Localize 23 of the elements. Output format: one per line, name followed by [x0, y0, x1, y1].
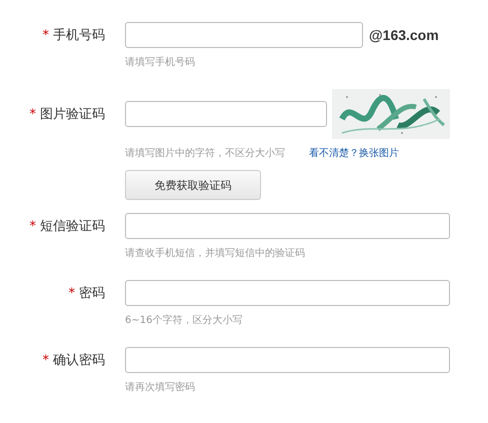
required-asterisk: * [42, 352, 49, 368]
required-asterisk: * [30, 106, 36, 122]
field-label: 图片验证码 [40, 106, 105, 123]
input-field[interactable] [125, 101, 327, 127]
required-asterisk: * [30, 218, 36, 234]
field-label: 密码 [79, 285, 105, 302]
input-field[interactable] [125, 280, 450, 306]
field-label: 短信验证码 [40, 218, 105, 235]
get-code-button[interactable]: 免费获取验证码 [125, 170, 261, 200]
hint-text: 请填写图片中的字符，不区分大小写 [125, 146, 285, 160]
input-field[interactable] [125, 213, 450, 239]
hint-text: 请填写手机号码 [125, 56, 195, 69]
hint-text: 请再次填写密码 [125, 380, 195, 394]
input-field[interactable] [125, 347, 450, 373]
email-domain: @163.com [369, 27, 439, 43]
hint-text: 6~16个字符，区分大小写 [125, 314, 242, 327]
field-label: 手机号码 [53, 27, 105, 44]
refresh-link[interactable]: 看不清楚？换张图片 [309, 146, 399, 160]
hint-text: 请查收手机短信，并填写短信中的验证码 [125, 246, 305, 260]
field-label: 确认密码 [53, 352, 105, 369]
input-field[interactable] [125, 22, 363, 48]
required-asterisk: * [68, 286, 75, 300]
required-asterisk: * [42, 28, 49, 42]
